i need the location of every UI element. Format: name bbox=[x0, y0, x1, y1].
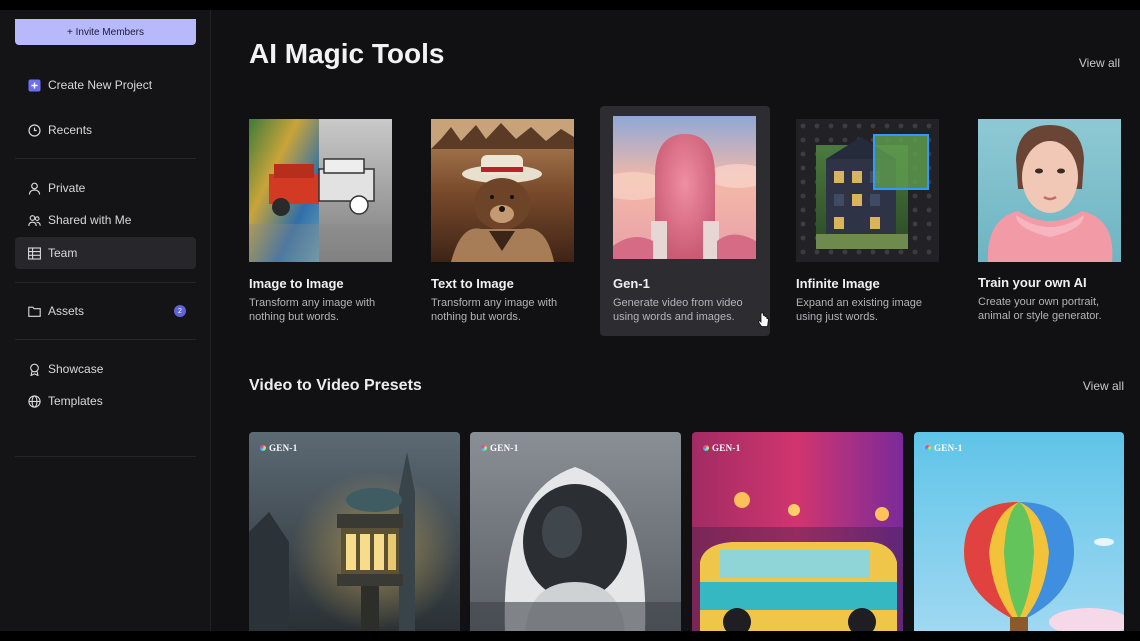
gen-1-tag: GEN-1 bbox=[260, 443, 298, 453]
tool-thumbnail bbox=[796, 119, 939, 262]
preset-card[interactable]: GEN-1 bbox=[914, 432, 1124, 631]
tool-card-train-your-own-ai[interactable]: Train your own AI Create your own portra… bbox=[969, 107, 1139, 337]
sidebar-item-label: Private bbox=[48, 181, 86, 195]
award-icon bbox=[28, 363, 41, 376]
tool-thumbnail bbox=[249, 119, 392, 262]
bottom-letterbox bbox=[0, 631, 1140, 641]
tool-card-infinite-image[interactable]: Infinite Image Expand an existing image … bbox=[787, 107, 957, 337]
sidebar-item-label: Recents bbox=[48, 123, 93, 137]
tool-name: Gen-1 bbox=[613, 276, 650, 291]
sidebar-item-label: Create New Project bbox=[48, 78, 153, 92]
folder-icon bbox=[28, 305, 41, 318]
sidebar-item-recents[interactable]: Recents bbox=[15, 114, 196, 146]
view-all-presets-link[interactable]: View all bbox=[1083, 379, 1124, 393]
tool-thumbnail bbox=[431, 119, 574, 262]
tool-card-text-to-image[interactable]: Text to Image Transform any image with n… bbox=[422, 107, 592, 337]
tool-card-gen-1[interactable]: Gen-1 Generate video from video using wo… bbox=[600, 106, 770, 336]
tool-thumbnail bbox=[978, 119, 1121, 262]
gen-logo-icon bbox=[925, 445, 931, 451]
gen-1-tag: GEN-1 bbox=[481, 443, 519, 453]
gen-logo-icon bbox=[260, 445, 266, 451]
sidebar: + Invite Members Create New Project Rece… bbox=[0, 10, 211, 631]
users-icon bbox=[28, 214, 41, 227]
preset-card[interactable]: GEN-1 bbox=[249, 432, 460, 631]
gen-tag-label: GEN-1 bbox=[490, 443, 519, 453]
clock-icon bbox=[28, 123, 41, 137]
tool-name: Image to Image bbox=[249, 276, 344, 291]
gen-logo-icon bbox=[703, 445, 709, 451]
sidebar-item-templates[interactable]: Templates bbox=[15, 385, 196, 417]
plus-square-icon bbox=[28, 79, 41, 92]
sidebar-divider bbox=[15, 339, 196, 340]
sidebar-item-showcase[interactable]: Showcase bbox=[15, 353, 196, 385]
preset-card[interactable]: GEN-1 bbox=[692, 432, 903, 631]
mouse-pointer-icon bbox=[758, 312, 770, 333]
gen-1-tag: GEN-1 bbox=[703, 443, 741, 453]
sidebar-item-private[interactable]: Private bbox=[15, 172, 196, 204]
gen-logo-icon bbox=[481, 445, 487, 451]
tool-name: Infinite Image bbox=[796, 276, 880, 291]
globe-icon bbox=[28, 394, 41, 408]
preset-thumbnail bbox=[692, 432, 903, 631]
sidebar-item-label: Assets bbox=[48, 304, 85, 318]
preset-card[interactable]: GEN-1 bbox=[470, 432, 681, 631]
tool-description: Transform any image with nothing but wor… bbox=[431, 297, 558, 323]
sidebar-divider bbox=[15, 282, 196, 283]
tool-thumbnail bbox=[613, 116, 756, 259]
page-title: AI Magic Tools bbox=[249, 38, 445, 69]
sidebar-divider bbox=[15, 456, 196, 457]
gen-tag-label: GEN-1 bbox=[934, 443, 963, 453]
tool-card-image-to-image[interactable]: Image to Image Transform any image with … bbox=[240, 107, 410, 337]
sidebar-item-assets[interactable]: Assets 2 bbox=[15, 295, 196, 327]
gen-1-tag: GEN-1 bbox=[925, 443, 963, 453]
sidebar-item-label: Shared with Me bbox=[48, 213, 132, 227]
invite-members-button[interactable]: + Invite Members bbox=[15, 19, 196, 45]
view-all-tools-link[interactable]: View all bbox=[1079, 56, 1120, 70]
presets-section-title: Video to Video Presets bbox=[249, 377, 422, 394]
tool-description: Transform any image with nothing but wor… bbox=[249, 297, 376, 323]
sidebar-item-label: Showcase bbox=[48, 362, 104, 376]
grid-icon bbox=[28, 246, 41, 260]
gen-tag-label: GEN-1 bbox=[269, 443, 298, 453]
tool-description: Create your own portrait, animal or styl… bbox=[978, 296, 1102, 322]
preset-thumbnail bbox=[470, 432, 681, 631]
sidebar-item-shared-with-me[interactable]: Shared with Me bbox=[15, 204, 196, 236]
sidebar-item-label: Templates bbox=[48, 394, 103, 408]
preset-thumbnail bbox=[249, 432, 460, 631]
sidebar-item-team[interactable]: Team bbox=[15, 237, 196, 269]
tool-name: Train your own AI bbox=[978, 275, 1087, 290]
top-letterbox bbox=[0, 0, 1140, 10]
sidebar-divider bbox=[15, 158, 196, 159]
user-icon bbox=[28, 182, 41, 195]
app-window: + Invite Members Create New Project Rece… bbox=[0, 0, 1140, 641]
tool-description: Expand an existing image using just word… bbox=[796, 297, 922, 323]
sidebar-item-create-new-project[interactable]: Create New Project bbox=[15, 69, 196, 101]
tool-description: Generate video from video using words an… bbox=[613, 297, 743, 323]
gen-tag-label: GEN-1 bbox=[712, 443, 741, 453]
sidebar-item-label: Team bbox=[48, 246, 78, 260]
tool-name: Text to Image bbox=[431, 276, 514, 291]
assets-count-badge: 2 bbox=[174, 305, 186, 317]
preset-thumbnail bbox=[914, 432, 1124, 631]
